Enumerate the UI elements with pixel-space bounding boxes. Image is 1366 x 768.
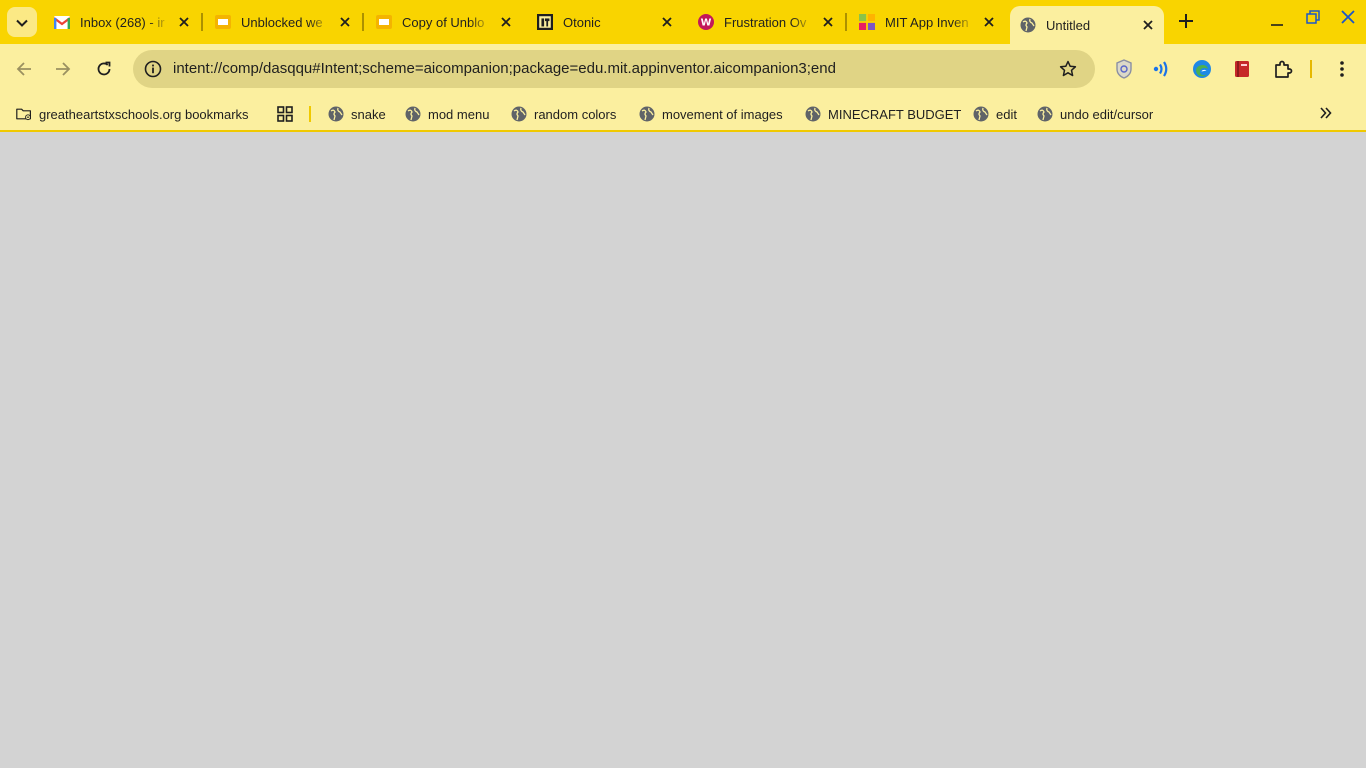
- restore-icon: [1306, 9, 1320, 27]
- tab-title: Unblocked we: [241, 14, 323, 30]
- globe-icon: [405, 106, 421, 122]
- book-extension-icon[interactable]: [1230, 57, 1254, 81]
- bookmark-label: greatheartstxschools.org bookmarks: [39, 106, 249, 122]
- tab-title: Otonic: [563, 14, 601, 30]
- close-tab-icon[interactable]: [337, 14, 353, 30]
- tab-mit-app-inventor[interactable]: MIT App Inven: [849, 7, 1005, 37]
- bookmark-label: mod menu: [428, 106, 490, 122]
- tab-title: Copy of Unblo: [402, 14, 485, 30]
- audio-extension-icon[interactable]: [1151, 57, 1175, 81]
- bookmark-label: snake: [351, 106, 386, 122]
- reload-icon: [96, 61, 112, 80]
- globe-icon: [328, 106, 344, 122]
- bookmarks-bar: greatheartstxschools.org bookmarks snake…: [0, 96, 1366, 132]
- tab-frustration[interactable]: W Frustration Ov: [688, 7, 844, 37]
- address-bar[interactable]: intent://comp/dasqqu#Intent;scheme=aicom…: [133, 50, 1095, 88]
- forward-button[interactable]: [49, 56, 77, 84]
- url-text[interactable]: intent://comp/dasqqu#Intent;scheme=aicom…: [173, 50, 836, 88]
- bookmark-folder-managed[interactable]: greatheartstxschools.org bookmarks: [16, 103, 249, 125]
- bookmark-minecraft-budget[interactable]: MINECRAFT BUDGET: [805, 103, 961, 125]
- edge-extension-icon[interactable]: [1190, 57, 1214, 81]
- tab-separator: [845, 13, 847, 31]
- bookmark-label: MINECRAFT BUDGET: [828, 106, 962, 122]
- tab-separator: [362, 13, 364, 31]
- tab-title: MIT App Inven: [885, 14, 969, 30]
- bookmark-label: movement of images: [662, 106, 783, 122]
- globe-icon: [805, 106, 821, 122]
- bookmark-random-colors[interactable]: random colors: [511, 103, 616, 125]
- bookmark-movement-of-images[interactable]: movement of images: [639, 103, 783, 125]
- minimize-icon: [1270, 14, 1284, 31]
- tab-strip: Inbox (268) - ir Unblocked we Copy of Un…: [0, 0, 1366, 44]
- double-chevron-right-icon: [1320, 106, 1332, 122]
- toolbar-separator: [1310, 60, 1312, 78]
- globe-icon: [1020, 17, 1036, 33]
- gmail-icon: [54, 14, 70, 30]
- close-tab-icon[interactable]: [981, 14, 997, 30]
- bookmark-snake[interactable]: snake: [328, 103, 386, 125]
- bookmark-label: undo edit/cursor: [1060, 106, 1154, 122]
- bookmarks-separator: [309, 106, 311, 122]
- slides-icon: [215, 14, 231, 30]
- close-window-button[interactable]: [1334, 4, 1362, 32]
- shield-extension-icon[interactable]: [1112, 57, 1136, 81]
- bookmark-undo-edit-cursor[interactable]: undo edit/cursor: [1037, 103, 1153, 125]
- tab-untitled[interactable]: Untitled: [1010, 6, 1164, 44]
- page-content: [0, 134, 1366, 768]
- svg-text:W: W: [701, 18, 712, 29]
- back-button[interactable]: [10, 56, 38, 84]
- chevron-down-icon: [16, 15, 28, 30]
- toolbar: intent://comp/dasqqu#Intent;scheme=aicom…: [0, 44, 1366, 96]
- otonic-icon: [537, 14, 553, 30]
- tab-title: Untitled: [1046, 17, 1091, 33]
- apps-shortcut[interactable]: [277, 103, 300, 125]
- tab-inbox[interactable]: Inbox (268) - ir: [44, 7, 200, 37]
- globe-icon: [1037, 106, 1053, 122]
- restore-button[interactable]: [1299, 4, 1327, 32]
- tab-otonic[interactable]: Otonic: [527, 7, 683, 37]
- bookmark-label: random colors: [534, 106, 617, 122]
- globe-icon: [639, 106, 655, 122]
- tab-title: Frustration Ov: [724, 14, 807, 30]
- bookmark-label: edit: [996, 106, 1017, 122]
- tab-title: Inbox (268) - ir: [80, 14, 165, 30]
- bookmark-edit[interactable]: edit: [973, 103, 1017, 125]
- more-menu-icon[interactable]: [1330, 57, 1354, 81]
- plus-icon: [1179, 13, 1193, 31]
- extensions-puzzle-icon[interactable]: [1271, 57, 1295, 81]
- globe-icon: [973, 106, 989, 122]
- new-tab-button[interactable]: [1172, 8, 1200, 36]
- close-tab-icon[interactable]: [1140, 17, 1156, 33]
- tab-copy-of-unblocked[interactable]: Copy of Unblo: [366, 7, 522, 37]
- site-info-icon[interactable]: [139, 55, 167, 83]
- minimize-button[interactable]: [1263, 8, 1291, 36]
- tab-separator: [201, 13, 203, 31]
- w-logo-icon: W: [698, 14, 714, 30]
- more-bookmarks-button[interactable]: [1314, 103, 1338, 125]
- appinventor-icon: [859, 14, 875, 30]
- slides-icon: [376, 14, 392, 30]
- arrow-left-icon: [16, 61, 32, 80]
- reload-button[interactable]: [90, 56, 118, 84]
- close-tab-icon[interactable]: [659, 14, 675, 30]
- tab-search-button[interactable]: [7, 7, 37, 37]
- tab-unblocked[interactable]: Unblocked we: [205, 7, 361, 37]
- bookmark-star-icon[interactable]: [1055, 56, 1081, 82]
- apps-grid-icon: [277, 106, 293, 122]
- close-tab-icon[interactable]: [820, 14, 836, 30]
- close-icon: [1341, 9, 1355, 27]
- close-tab-icon[interactable]: [176, 14, 192, 30]
- arrow-right-icon: [55, 61, 71, 80]
- bookmark-mod-menu[interactable]: mod menu: [405, 103, 489, 125]
- globe-icon: [511, 106, 527, 122]
- close-tab-icon[interactable]: [498, 14, 514, 30]
- managed-folder-icon: [16, 106, 32, 122]
